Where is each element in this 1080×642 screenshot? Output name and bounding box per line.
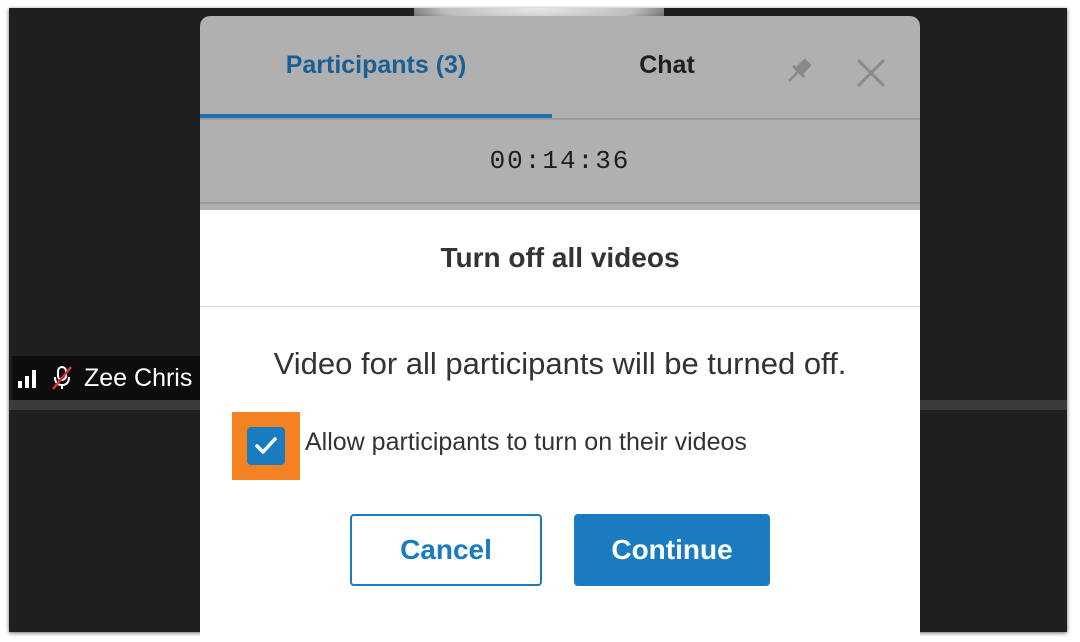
allow-videos-checkbox[interactable] — [247, 427, 285, 465]
meeting-timer: 00:14:36 — [489, 146, 631, 176]
checkmark-icon — [255, 437, 277, 454]
checkbox-highlight — [232, 412, 300, 480]
signal-strength-icon — [18, 368, 40, 388]
dialog-title-divider — [200, 306, 920, 307]
tab-participants[interactable]: Participants (3) — [200, 16, 552, 118]
timer-divider — [200, 202, 920, 204]
dialog-title: Turn off all videos — [440, 242, 680, 273]
cancel-button[interactable]: Cancel — [350, 514, 542, 586]
muted-mic-icon — [52, 366, 72, 390]
panel-tabs: Participants (3) Chat — [200, 16, 920, 118]
pin-icon[interactable] — [782, 54, 816, 88]
participant-name-bar: Zee Chris — [12, 356, 212, 400]
allow-videos-label[interactable]: Allow participants to turn on their vide… — [305, 428, 747, 457]
continue-button[interactable]: Continue — [574, 514, 770, 586]
participant-name: Zee Chris — [84, 363, 193, 392]
tab-chat[interactable]: Chat — [552, 16, 782, 114]
dialog-message: Video for all participants will be turne… — [273, 346, 847, 381]
close-icon[interactable] — [854, 56, 888, 90]
turn-off-videos-dialog: Turn off all videos Video for all partic… — [200, 210, 920, 642]
